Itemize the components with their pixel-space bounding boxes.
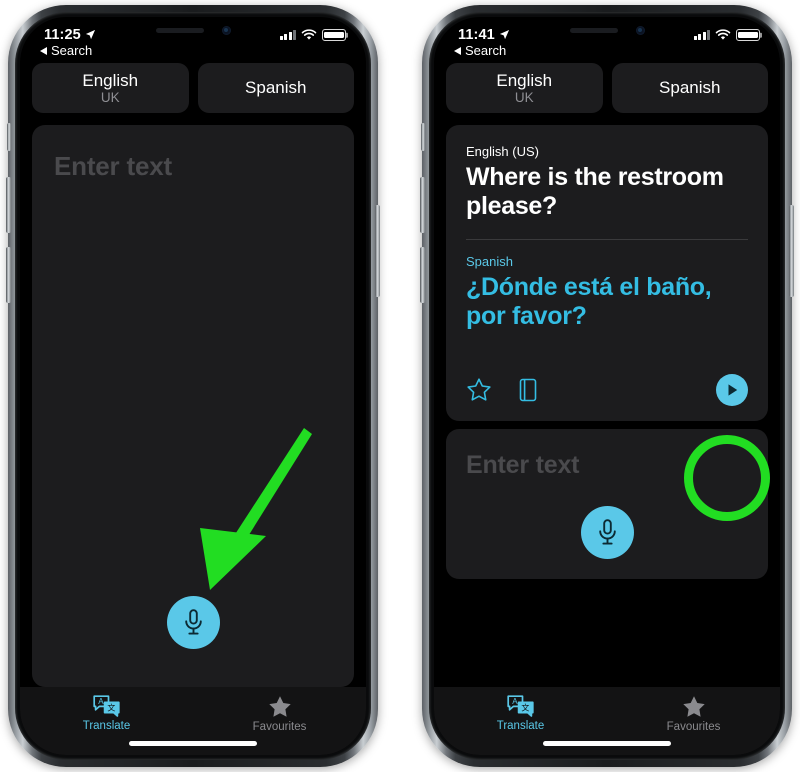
battery-icon — [736, 29, 760, 41]
tab-favourites[interactable]: Favourites — [193, 695, 366, 733]
wifi-icon — [301, 29, 317, 40]
volume-down-button[interactable] — [6, 247, 11, 303]
cellular-signal-icon — [279, 30, 296, 40]
source-language-name: English — [82, 70, 139, 90]
result-actions-row — [466, 373, 748, 407]
mic-button-row — [32, 596, 354, 649]
target-language-button[interactable]: Spanish — [197, 63, 354, 113]
notch — [109, 17, 277, 43]
microphone-icon — [184, 609, 202, 635]
source-language-label: English (US) — [466, 144, 539, 159]
tab-translate[interactable]: A 文 Translate — [20, 695, 193, 732]
book-icon[interactable] — [517, 377, 539, 403]
tab-favourites[interactable]: Favourites — [607, 695, 780, 733]
silence-switch[interactable] — [7, 123, 11, 151]
tab-favourites-label: Favourites — [252, 721, 307, 733]
translate-icon: A 文 — [507, 695, 534, 717]
screenshot-stage: 11:25 Search English UK Spanish Enter te… — [0, 0, 800, 772]
star-icon — [268, 696, 291, 717]
location-arrow-icon — [85, 29, 95, 39]
star-icon — [682, 696, 705, 717]
back-link-label: Search — [51, 43, 93, 58]
translated-phrase-text: ¿Dónde está el baño, por favor? — [466, 272, 712, 330]
source-language-region: UK — [514, 89, 534, 105]
language-selector-row: English UK Spanish — [20, 63, 366, 113]
translation-result-card[interactable]: English (US) Where is the restroom pleas… — [446, 125, 768, 421]
home-indicator[interactable] — [543, 741, 671, 746]
svg-text:A: A — [98, 697, 104, 706]
source-language-button[interactable]: English UK — [32, 63, 189, 113]
source-language-region: UK — [100, 89, 120, 105]
play-audio-button[interactable] — [716, 374, 748, 406]
content-area-right: English (US) Where is the restroom pleas… — [434, 125, 780, 687]
back-link-label: Search — [465, 43, 507, 58]
target-language-button[interactable]: Spanish — [611, 63, 768, 113]
translate-icon: A 文 — [93, 695, 120, 717]
mic-button-row — [446, 506, 768, 559]
tab-favourites-label: Favourites — [666, 721, 721, 733]
language-selector-row: English UK Spanish — [434, 63, 780, 113]
source-language-button[interactable]: English UK — [446, 63, 603, 113]
card-divider — [466, 238, 748, 240]
cellular-signal-icon — [693, 30, 710, 40]
front-camera-icon — [221, 25, 231, 35]
volume-up-button[interactable] — [6, 177, 11, 233]
silence-switch[interactable] — [421, 123, 425, 151]
tab-translate-label: Translate — [496, 720, 545, 732]
back-to-search-link[interactable]: Search — [40, 43, 92, 58]
source-phrase-text: Where is the restroom please? — [466, 163, 724, 221]
target-language-name: Spanish — [659, 78, 721, 98]
status-bar-right — [279, 29, 346, 41]
translate-app-left: English UK Spanish Enter text A 文 Transl… — [20, 63, 366, 755]
home-indicator[interactable] — [129, 741, 257, 746]
side-power-button[interactable] — [375, 205, 380, 297]
tab-translate[interactable]: A 文 Translate — [434, 695, 607, 732]
status-bar-left: 11:25 — [44, 27, 96, 43]
iphone-left: 11:25 Search English UK Spanish Enter te… — [6, 5, 380, 767]
svg-text:文: 文 — [107, 703, 115, 713]
status-time: 11:25 — [44, 27, 81, 43]
iphone-right: 11:41 Search English UK Spanish English … — [420, 5, 794, 767]
target-language-name: Spanish — [245, 78, 307, 98]
back-caret-icon — [40, 46, 47, 55]
earpiece-speaker-icon — [569, 27, 618, 33]
card-spacer — [466, 331, 748, 373]
battery-icon — [322, 29, 346, 41]
side-power-button[interactable] — [789, 205, 794, 297]
source-language-name: English — [496, 70, 553, 90]
svg-text:A: A — [512, 697, 518, 706]
earpiece-speaker-icon — [155, 27, 204, 33]
translate-app-right: English UK Spanish English (US) Where is… — [434, 63, 780, 755]
content-area-left: Enter text — [20, 125, 366, 687]
phone-screen-right: 11:41 Search English UK Spanish English … — [434, 17, 780, 755]
back-to-search-link[interactable]: Search — [454, 43, 506, 58]
enter-text-placeholder: Enter text — [54, 151, 172, 181]
wifi-icon — [715, 29, 731, 40]
play-icon — [728, 384, 737, 396]
status-time: 11:41 — [458, 27, 495, 43]
star-outline-icon[interactable] — [466, 377, 492, 403]
enter-text-placeholder: Enter text — [466, 451, 580, 479]
back-caret-icon — [454, 46, 461, 55]
location-arrow-icon — [499, 29, 509, 39]
target-language-label: Spanish — [466, 253, 513, 269]
microphone-button[interactable] — [166, 596, 220, 649]
volume-up-button[interactable] — [420, 177, 425, 233]
tab-translate-label: Translate — [82, 720, 131, 732]
front-camera-icon — [635, 25, 645, 35]
microphone-button[interactable] — [580, 506, 634, 559]
volume-down-button[interactable] — [420, 247, 425, 303]
status-bar-left: 11:41 — [458, 27, 510, 43]
microphone-icon — [598, 519, 616, 545]
text-input-card[interactable]: Enter text — [446, 429, 768, 579]
text-input-card[interactable]: Enter text — [32, 125, 354, 687]
status-bar-right — [693, 29, 760, 41]
phone-screen-left: 11:25 Search English UK Spanish Enter te… — [20, 17, 366, 755]
svg-text:文: 文 — [521, 703, 529, 713]
notch — [523, 17, 691, 43]
